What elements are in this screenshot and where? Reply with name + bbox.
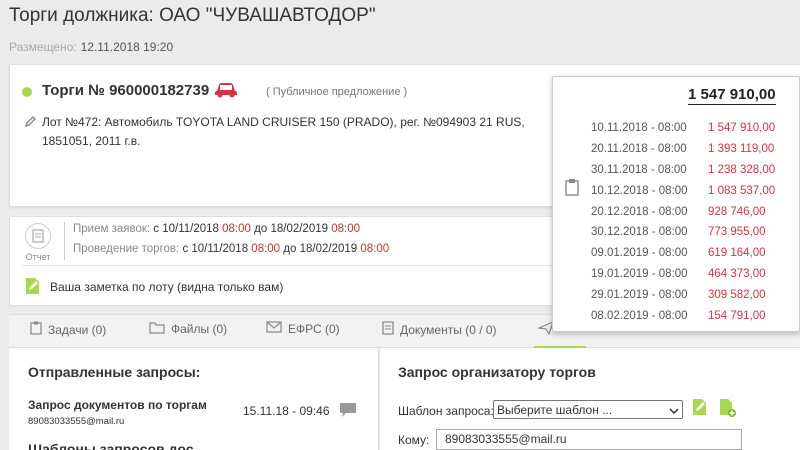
- request-name[interactable]: Запрос документов по торгам: [28, 398, 207, 412]
- price-row-value: 1 393 119,00: [708, 143, 775, 156]
- price-row-date: 20.11.2018 - 08:00: [591, 143, 687, 156]
- lot-title[interactable]: Торги № 960000182739: [42, 82, 209, 99]
- tab-tasks[interactable]: Задачи (0): [30, 321, 106, 338]
- tab-documents[interactable]: Документы (0 / 0): [382, 321, 497, 338]
- add-template-icon[interactable]: [719, 398, 737, 423]
- posted-info: Размещено: 12.11.2018 19:20: [9, 40, 173, 54]
- accept-to-time: 08:00: [331, 223, 360, 235]
- posted-label: Размещено:: [9, 40, 77, 54]
- price-row-date: 30.11.2018 - 08:00: [591, 163, 687, 176]
- templates-title: Шаблоны запросов дос...: [28, 441, 206, 450]
- accept-from-time: 08:00: [222, 223, 251, 235]
- accept-to-date: 18/02/2019: [270, 223, 329, 235]
- price-row-date: 10.12.2018 - 08:00: [591, 184, 688, 197]
- template-select-value: Выберите шаблон ...: [497, 402, 613, 417]
- price-row: 29.01.2019 - 08:00 309 582,00: [591, 284, 775, 305]
- trading-to-date: 18/02/2019: [299, 243, 358, 255]
- chat-icon[interactable]: [339, 402, 357, 423]
- price-row-value: 1 238 328,00: [708, 163, 776, 176]
- price-row: 10.11.2018 - 08:00 1 547 910,00: [591, 118, 775, 139]
- price-row: 19.01.2019 - 08:00 464 373,00: [591, 264, 775, 285]
- tab-files[interactable]: Файлы (0): [149, 321, 227, 337]
- folder-icon: [149, 321, 165, 337]
- report-button[interactable]: Отчет: [20, 223, 56, 263]
- accept-dates: Прием заявок: с 10/11/2018 08:00 до 18/0…: [73, 223, 360, 235]
- tab-label: Задачи (0): [48, 322, 107, 337]
- price-row-value: 1 547 910,00: [708, 122, 776, 135]
- note-icon[interactable]: [25, 277, 41, 300]
- edit-template-icon[interactable]: [692, 398, 708, 421]
- trading-from-word: с: [182, 243, 189, 255]
- page-title: Торги должника: ОАО "ЧУВАШАВТОДОР": [9, 5, 376, 26]
- price-row: 10.12.2018 - 08:00 1 083 537,00: [591, 180, 775, 201]
- template-label: Шаблон запроса:: [398, 404, 494, 418]
- price-row-value: 464 373,00: [708, 267, 766, 280]
- posted-date: 12.11.2018 19:20: [80, 40, 174, 54]
- tab-efrs[interactable]: ЕФРС (0): [266, 321, 340, 336]
- to-email-input[interactable]: 89083033555@mail.ru: [436, 429, 742, 450]
- organizer-request-title: Запрос организатору торгов: [398, 364, 596, 380]
- chevron-down-icon: [669, 403, 679, 417]
- accept-label: Прием заявок:: [73, 223, 151, 235]
- document-icon: [382, 321, 394, 338]
- price-row-value: 309 582,00: [708, 288, 766, 301]
- price-row-date: 09.01.2019 - 08:00: [591, 247, 688, 260]
- price-row-date: 10.11.2018 - 08:00: [591, 122, 687, 135]
- lot-type: ( Публичное предложение ): [266, 86, 408, 98]
- divider: [22, 265, 562, 266]
- price-row: 20.11.2018 - 08:00 1 393 119,00: [591, 139, 775, 160]
- request-email: 89083033555@mail.ru: [28, 416, 125, 427]
- note-link[interactable]: Ваша заметка по лоту (видна только вам): [50, 280, 283, 294]
- accept-from-date: 10/11/2018: [162, 223, 219, 235]
- tab-label: Файлы (0): [171, 322, 228, 336]
- price-schedule-list: 10.11.2018 - 08:00 1 547 910,00 20.11.201…: [591, 118, 775, 326]
- price-row: 08.02.2019 - 08:00 154 791,00: [591, 305, 775, 326]
- status-dot-icon: [22, 87, 32, 97]
- divider: [64, 222, 65, 260]
- car-icon: [214, 82, 238, 103]
- trading-label: Проведение торгов:: [73, 243, 180, 255]
- clipboard-icon: [30, 321, 42, 338]
- price-row: 20.12.2018 - 08:00 928 746,00: [591, 201, 775, 222]
- tab-label: ЕФРС (0): [288, 321, 340, 336]
- price-row-date: 30.12.2018 - 08:00: [591, 226, 688, 239]
- accept-from-word: с: [153, 223, 160, 235]
- trading-dates: Проведение торгов: с 10/11/2018 08:00 до…: [73, 243, 389, 255]
- accept-to-word: до: [254, 223, 268, 235]
- tab-label: Документы (0 / 0): [400, 322, 497, 337]
- lot-description: Лот №472: Автомобиль TOYOTA LAND CRUISER…: [42, 115, 525, 148]
- price-row-value: 773 955,00: [708, 226, 766, 239]
- pencil-icon[interactable]: [25, 114, 37, 132]
- request-date: 15.11.18 - 09:46: [243, 404, 330, 418]
- trading-from-time: 08:00: [251, 243, 281, 255]
- price-row-value: 928 746,00: [708, 205, 766, 218]
- envelope-icon: [266, 321, 282, 336]
- clipboard-icon: [565, 178, 579, 201]
- current-price: 1 547 910,00: [688, 86, 776, 105]
- trading-to-word: до: [283, 243, 297, 255]
- price-row-date: 29.01.2019 - 08:00: [591, 288, 688, 301]
- report-icon: [25, 223, 51, 249]
- report-label: Отчет: [25, 252, 51, 262]
- trading-to-time: 08:00: [360, 243, 390, 255]
- price-row-value: 619 164,00: [708, 247, 766, 260]
- price-row: 30.11.2018 - 08:00 1 238 328,00: [591, 160, 775, 181]
- price-row-date: 20.12.2018 - 08:00: [591, 205, 688, 218]
- to-label: Кому:: [398, 433, 430, 447]
- price-row-date: 19.01.2019 - 08:00: [591, 267, 688, 280]
- template-select[interactable]: Выберите шаблон ...: [493, 400, 683, 419]
- price-row: 09.01.2019 - 08:00 619 164,00: [591, 243, 775, 264]
- price-row-date: 08.02.2019 - 08:00: [591, 309, 688, 322]
- price-row: 30.12.2018 - 08:00 773 955,00: [591, 222, 775, 243]
- trading-from-date: 10/11/2018: [191, 243, 249, 255]
- price-row-value: 1 083 537,00: [708, 184, 776, 197]
- price-row-value: 154 791,00: [708, 309, 766, 322]
- sent-requests-title: Отправленные запросы:: [28, 364, 201, 380]
